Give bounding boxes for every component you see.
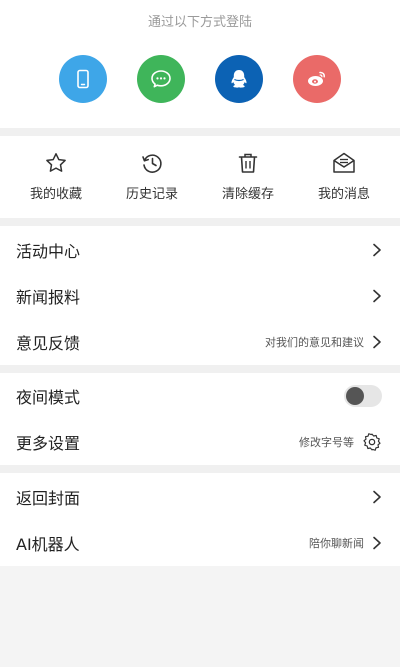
ai-robot-subtext: 陪你聊新闻 [309,537,364,550]
menu-group-2: 夜间模式 更多设置 修改字号等 [0,373,400,465]
night-mode-toggle[interactable] [344,385,382,407]
history-icon [142,154,162,173]
section-gap [0,365,400,373]
chevron-right-icon [373,289,381,303]
login-section: 通过以下方式登陆 [0,0,400,128]
menu-group-1: 活动中心 新闻报料 意见反馈 对我们的意见和建议 [0,226,400,365]
feedback-label: 意见反馈 [16,334,81,353]
feedback-row[interactable]: 意见反馈 对我们的意见和建议 [0,319,400,365]
quick-actions: 我的收藏 历史记录 清除缓存 我的消息 [0,136,400,218]
phone-login-button[interactable] [59,55,107,103]
news-report-row[interactable]: 新闻报料 [0,273,400,319]
chevron-right-icon [373,536,381,550]
messages-button[interactable]: 我的消息 [298,150,390,218]
section-gap [0,465,400,473]
trash-icon [238,153,258,173]
quick-action-label: 我的收藏 [29,187,82,202]
weibo-icon [308,71,325,86]
mail-icon [333,152,355,173]
ai-robot-label: AI机器人 [16,535,80,554]
back-cover-label: 返回封面 [16,488,81,508]
clear-cache-button[interactable]: 清除缓存 [202,150,294,218]
login-title: 通过以下方式登陆 [147,15,252,30]
chevron-right-icon [373,243,381,256]
history-button[interactable]: 历史记录 [106,150,198,218]
back-cover-row[interactable]: 返回封面 [0,473,400,520]
activity-center-label: 活动中心 [16,241,81,261]
qq-login-button[interactable] [215,55,263,103]
chevron-right-icon [373,335,381,349]
ai-robot-row[interactable]: AI机器人 陪你聊新闻 [0,520,400,566]
weibo-login-button[interactable] [293,55,341,103]
news-report-label: 新闻报料 [16,288,81,307]
more-settings-row[interactable]: 更多设置 修改字号等 [0,419,400,465]
section-gap [0,128,400,136]
quick-action-label: 历史记录 [125,187,178,202]
night-mode-label: 夜间模式 [16,388,81,407]
wechat-icon [151,70,171,88]
more-settings-subtext: 修改字号等 [299,436,354,449]
gear-icon [363,433,381,451]
feedback-subtext: 对我们的意见和建议 [265,336,364,349]
login-methods [0,55,400,103]
wechat-login-button[interactable] [137,55,185,103]
chevron-right-icon [373,490,381,503]
night-mode-row: 夜间模式 [0,373,400,419]
star-icon [46,153,66,172]
quick-action-label: 我的消息 [317,187,370,202]
section-gap [0,218,400,226]
toggle-knob [346,387,364,405]
phone-icon [77,69,89,89]
quick-action-label: 清除缓存 [221,187,274,202]
menu-group-3: 返回封面 AI机器人 陪你聊新闻 [0,473,400,566]
qq-icon [231,70,247,88]
favorites-button[interactable]: 我的收藏 [10,150,102,218]
more-settings-label: 更多设置 [16,434,81,453]
activity-center-row[interactable]: 活动中心 [0,226,400,273]
